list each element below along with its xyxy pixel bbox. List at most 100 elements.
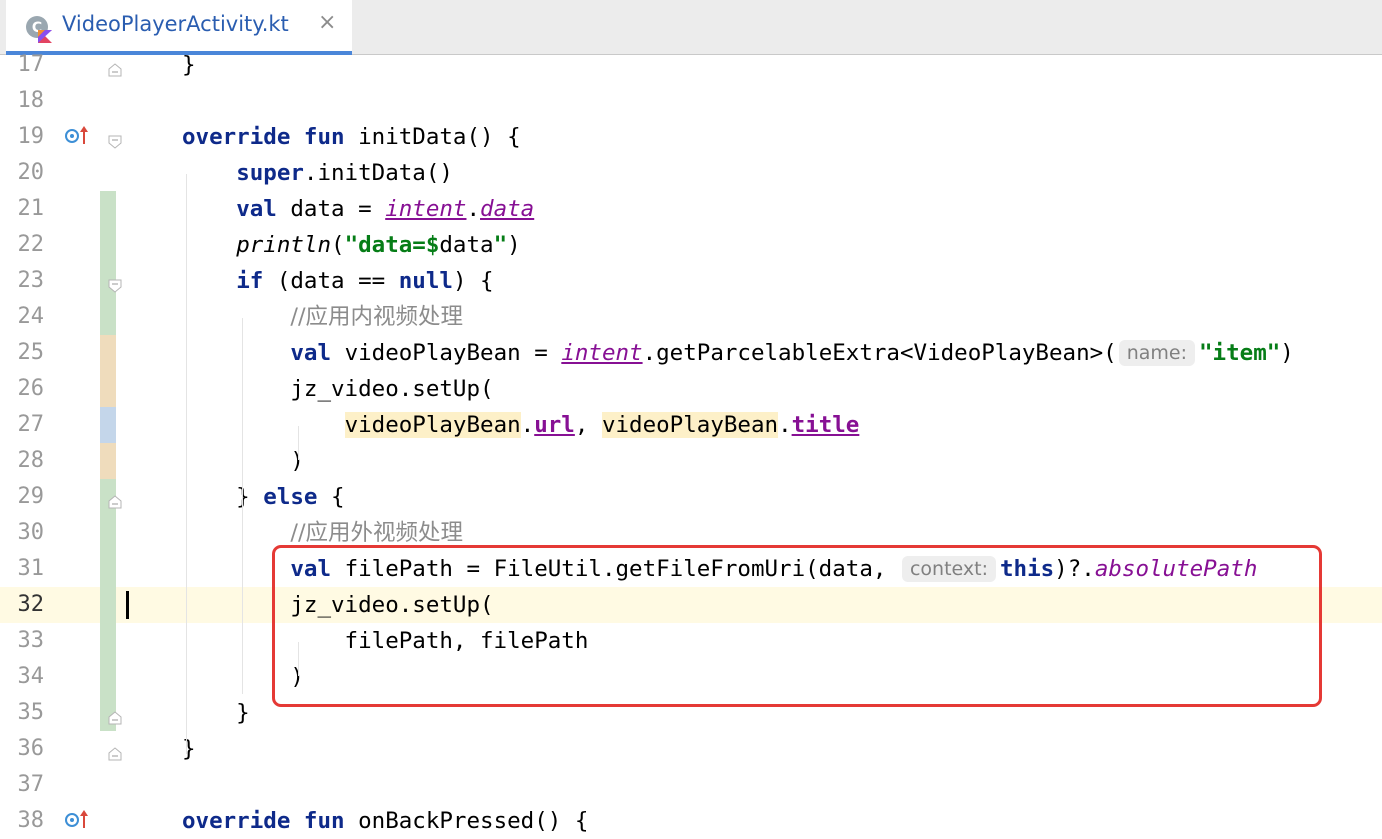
code-token: } — [182, 700, 250, 726]
code-token: . — [520, 412, 535, 438]
code-line[interactable]: 20 super.initData() — [0, 155, 1382, 191]
code-token: } — [182, 484, 264, 510]
kotlin-class-icon: C — [26, 16, 52, 43]
override-method-icon[interactable] — [64, 809, 90, 831]
code-line[interactable]: 21 val data = intent.data — [0, 191, 1382, 227]
code-line[interactable]: 27 videoPlayBean.url, videoPlayBean.titl… — [0, 407, 1382, 443]
indent-guide — [186, 174, 187, 754]
code-token: val — [290, 340, 345, 366]
line-number: 23 — [17, 268, 45, 293]
code-text[interactable]: //应用内视频处理 — [182, 299, 463, 335]
line-number: 29 — [17, 484, 45, 509]
tab-close-button[interactable]: × — [318, 10, 336, 35]
code-line[interactable]: 23 if (data == null) { — [0, 263, 1382, 299]
code-token: videoPlayBean = — [344, 340, 562, 366]
code-comment: //应用内视频处理 — [290, 304, 464, 330]
tab-title: VideoPlayerActivity.kt — [62, 12, 289, 36]
line-number: 35 — [17, 700, 45, 725]
line-number: 36 — [17, 736, 45, 761]
vcs-added-marker[interactable] — [100, 479, 116, 731]
code-token: initData() { — [358, 124, 521, 150]
fold-start-icon[interactable] — [108, 279, 122, 293]
line-number: 24 — [17, 304, 45, 329]
vcs-added-marker[interactable] — [100, 191, 116, 335]
line-number: 28 — [17, 448, 45, 473]
code-line[interactable]: 36} — [0, 731, 1382, 767]
code-token: } — [182, 52, 196, 78]
code-token: videoPlayBean — [601, 412, 779, 438]
code-token: "item" — [1199, 340, 1281, 366]
code-token: ) { — [452, 268, 494, 294]
line-number: 31 — [17, 556, 45, 581]
line-number: 30 — [17, 520, 45, 545]
code-token: onBackPressed() { — [358, 808, 589, 834]
code-token: val — [236, 196, 291, 222]
code-comment: //应用外视频处理 — [290, 520, 464, 546]
indent-guide — [242, 318, 243, 694]
code-token: if — [236, 268, 277, 294]
code-token: . — [778, 412, 792, 438]
code-text[interactable]: override fun onBackPressed() { — [182, 803, 588, 839]
code-text[interactable]: override fun initData() { — [182, 119, 521, 155]
fold-end-icon[interactable] — [108, 63, 122, 77]
code-line[interactable]: 26 jz_video.setUp( — [0, 371, 1382, 407]
code-text[interactable]: if (data == null) { — [182, 263, 494, 299]
vcs-modified-marker[interactable] — [100, 335, 116, 407]
code-token: .getParcelableExtra<VideoPlayBean>( — [642, 340, 1117, 366]
code-text[interactable]: val data = intent.data — [182, 191, 534, 227]
line-number: 26 — [17, 376, 45, 401]
fold-end-icon[interactable] — [108, 747, 122, 761]
code-token: jz_video.setUp( — [182, 376, 494, 402]
code-line[interactable]: 22 println("data=$data") — [0, 227, 1382, 263]
vcs-modified-marker[interactable] — [100, 443, 116, 479]
code-token: intent — [385, 196, 467, 222]
indent-guide — [298, 426, 299, 460]
code-text[interactable]: } — [182, 731, 196, 767]
code-text[interactable]: } else { — [182, 479, 344, 515]
code-token: , — [574, 412, 602, 438]
code-line[interactable]: 37 — [0, 767, 1382, 803]
override-method-icon[interactable] — [64, 125, 90, 147]
code-token: .initData() — [303, 160, 453, 186]
code-line[interactable]: 18 — [0, 83, 1382, 119]
vcs-changed-marker[interactable] — [100, 407, 116, 443]
code-text[interactable]: } — [182, 47, 196, 83]
code-token: else — [263, 484, 332, 510]
line-number: 37 — [17, 772, 45, 797]
code-token: println — [236, 232, 332, 258]
line-number: 17 — [17, 52, 45, 77]
code-token: data — [480, 196, 535, 222]
code-text[interactable]: videoPlayBean.url, videoPlayBean.title — [182, 407, 859, 443]
code-token: ( — [331, 232, 345, 258]
code-line[interactable]: 29 } else { — [0, 479, 1382, 515]
code-token: title — [791, 412, 860, 438]
code-text[interactable]: super.initData() — [182, 155, 453, 191]
code-line[interactable]: 25 val videoPlayBean = intent.getParcela… — [0, 335, 1382, 371]
code-token: (data == — [276, 268, 399, 294]
code-token: } — [182, 736, 196, 762]
code-line[interactable]: 28 ) — [0, 443, 1382, 479]
line-number: 25 — [17, 340, 45, 365]
code-line[interactable]: 19 override fun initData() { — [0, 119, 1382, 155]
fold-end-icon[interactable] — [108, 495, 122, 509]
parameter-hint: name: — [1118, 340, 1196, 366]
line-number: 33 — [17, 628, 45, 653]
code-text[interactable]: jz_video.setUp( — [182, 371, 494, 407]
code-line[interactable]: 24 //应用内视频处理 — [0, 299, 1382, 335]
fold-end-icon[interactable] — [108, 711, 122, 725]
code-token: ) — [1280, 340, 1294, 366]
code-text[interactable]: val videoPlayBean = intent.getParcelable… — [182, 335, 1294, 371]
code-line[interactable]: 38 override fun onBackPressed() { — [0, 803, 1382, 839]
code-line[interactable]: 17} — [0, 47, 1382, 83]
code-text[interactable]: println("data=$data") — [182, 227, 520, 263]
code-text[interactable]: } — [182, 695, 250, 731]
line-number: 20 — [17, 160, 45, 185]
fold-start-icon[interactable] — [108, 135, 122, 149]
